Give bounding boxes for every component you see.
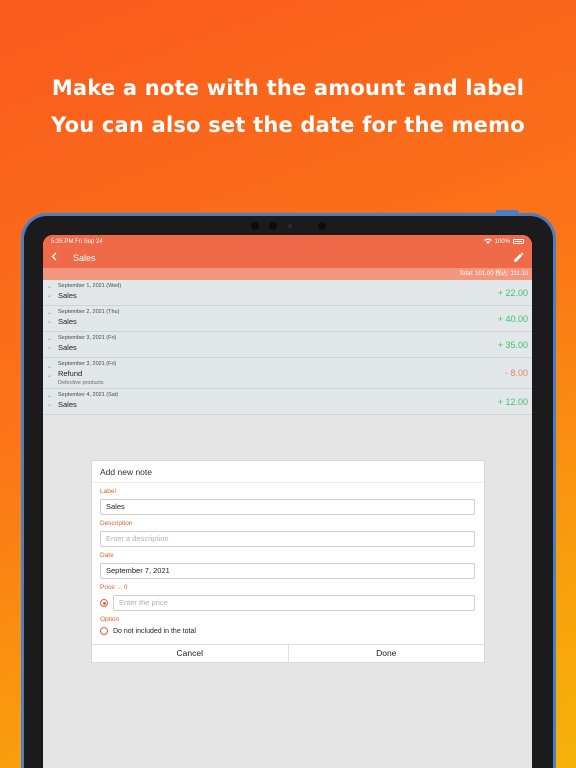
reorder-icon[interactable]: ⌃ ⌄: [47, 367, 52, 379]
power-button: [553, 262, 556, 284]
description-input[interactable]: Enter a description: [100, 531, 475, 547]
row-label: Sales: [58, 317, 77, 326]
reorder-icon[interactable]: ⌃ ⌄: [47, 396, 52, 408]
wifi-icon: [483, 238, 492, 246]
list-item[interactable]: ⌃ ⌄ September 3, 2021 (Fri) Refund Defect…: [43, 358, 532, 389]
total-bar: Total: 101.00 税込: 111.10: [43, 268, 532, 280]
status-time: 5:35 PM Fri Sep 24: [51, 238, 103, 245]
row-date: September 3, 2021 (Fri): [58, 335, 117, 341]
battery-icon: [513, 239, 524, 244]
row-date: September 3, 2021 (Fri): [58, 361, 117, 367]
row-date: September 4, 2021 (Sat): [58, 392, 119, 398]
date-input[interactable]: September 7, 2021: [100, 563, 475, 579]
row-amount: + 40.00: [497, 313, 528, 324]
exclude-total-label[interactable]: Do not included in the total: [113, 628, 196, 635]
row-amount: + 22.00: [497, 287, 528, 298]
dialog-title: Add new note: [92, 461, 484, 483]
sensor-icon: [251, 222, 259, 230]
pencil-icon[interactable]: [512, 251, 526, 265]
cancel-button[interactable]: Cancel: [92, 645, 288, 662]
dialog-buttons: Cancel Done: [92, 644, 484, 662]
label-input[interactable]: Sales: [100, 499, 475, 515]
promo-headline-2: You can also set the date for the memo: [51, 113, 525, 137]
price-input[interactable]: Enter the price: [113, 595, 475, 611]
status-right: 100%: [483, 238, 524, 246]
row-label: Sales: [58, 343, 77, 352]
list-item[interactable]: ⌃ ⌄ September 2, 2021 (Thu) Sales + 40.00: [43, 306, 532, 332]
option-caption: Option: [100, 616, 120, 623]
sensor-icon: [318, 222, 326, 230]
reorder-icon[interactable]: ⌃ ⌄: [47, 313, 52, 325]
nav-title: Sales: [73, 253, 96, 263]
row-label: Sales: [58, 400, 77, 409]
label-caption: Label: [100, 488, 116, 495]
row-amount: + 35.00: [497, 339, 528, 350]
camera-icon: [288, 224, 292, 228]
promo-headline-1: Make a note with the amount and label: [51, 76, 525, 100]
row-description: Defective products: [58, 380, 104, 386]
row-date: September 1, 2021 (Wed): [58, 283, 122, 289]
battery-percent: 100%: [494, 238, 510, 245]
done-button[interactable]: Done: [287, 645, 485, 662]
status-bar: 5:35 PM Fri Sep 24 100%: [43, 235, 532, 248]
chevron-left-icon[interactable]: [51, 252, 65, 264]
description-caption: Description: [100, 520, 133, 527]
price-sign-toggle[interactable]: [100, 599, 108, 607]
sensor-icon: [269, 222, 277, 230]
reorder-icon[interactable]: ⌃ ⌄: [47, 339, 52, 351]
row-label: Sales: [58, 291, 77, 300]
add-note-dialog: Add new note Label Sales Description Ent…: [92, 461, 484, 662]
date-caption: Date: [100, 552, 114, 559]
list-item[interactable]: ⌃ ⌄ September 3, 2021 (Fri) Sales + 35.00: [43, 332, 532, 358]
volume-button: [496, 210, 518, 213]
price-caption: Price ... 0: [100, 584, 128, 591]
row-label: Refund: [58, 369, 83, 378]
memo-list: ⌃ ⌄ September 1, 2021 (Wed) Sales + 22.00…: [43, 280, 532, 415]
list-item[interactable]: ⌃ ⌄ September 1, 2021 (Wed) Sales + 22.00: [43, 280, 532, 306]
row-date: September 2, 2021 (Thu): [58, 309, 120, 315]
list-item[interactable]: ⌃ ⌄ September 4, 2021 (Sat) Sales + 12.00: [43, 389, 532, 415]
nav-bar: Sales: [43, 248, 532, 268]
row-amount: + 12.00: [497, 396, 528, 407]
reorder-icon[interactable]: ⌃ ⌄: [47, 287, 52, 299]
exclude-total-radio[interactable]: [100, 627, 108, 635]
row-amount: - 8.00: [504, 368, 528, 378]
